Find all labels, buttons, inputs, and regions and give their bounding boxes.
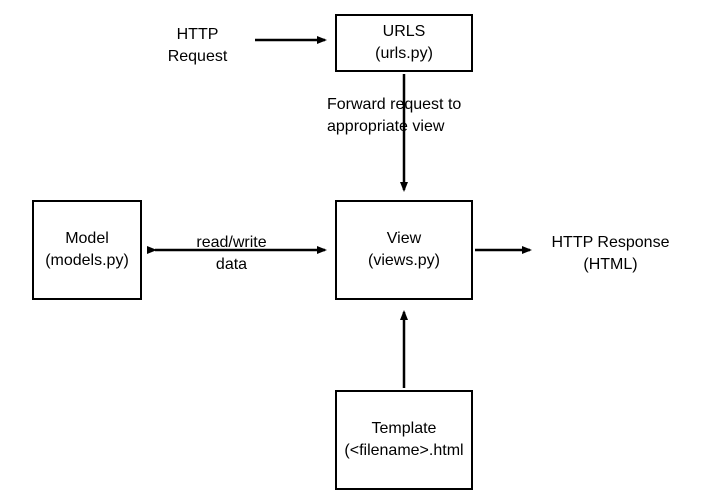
model-subtitle: (models.py) [45, 250, 129, 272]
forward-line2: appropriate view [327, 116, 497, 138]
view-title: View [387, 228, 421, 250]
http-response-line2: (HTML) [538, 254, 683, 276]
urls-title: URLS [383, 21, 426, 43]
template-title: Template [372, 418, 437, 440]
http-response-line1: HTTP Response [538, 232, 683, 254]
forward-label: Forward request to appropriate view [327, 94, 497, 137]
readwrite-line2: data [184, 254, 279, 276]
model-title: Model [65, 228, 109, 250]
http-request-label: HTTP Request [155, 24, 240, 67]
urls-subtitle: (urls.py) [375, 43, 433, 65]
forward-line1: Forward request to [327, 94, 497, 116]
template-subtitle: (<filename>.html [344, 440, 463, 462]
model-box: Model (models.py) [32, 200, 142, 300]
urls-box: URLS (urls.py) [335, 14, 473, 72]
view-box: View (views.py) [335, 200, 473, 300]
readwrite-line1: read/write [184, 232, 279, 254]
http-request-line2: Request [155, 46, 240, 68]
template-box: Template (<filename>.html [335, 390, 473, 490]
view-subtitle: (views.py) [368, 250, 440, 272]
http-request-line1: HTTP [155, 24, 240, 46]
http-response-label: HTTP Response (HTML) [538, 232, 683, 275]
readwrite-label: read/write data [184, 232, 279, 275]
